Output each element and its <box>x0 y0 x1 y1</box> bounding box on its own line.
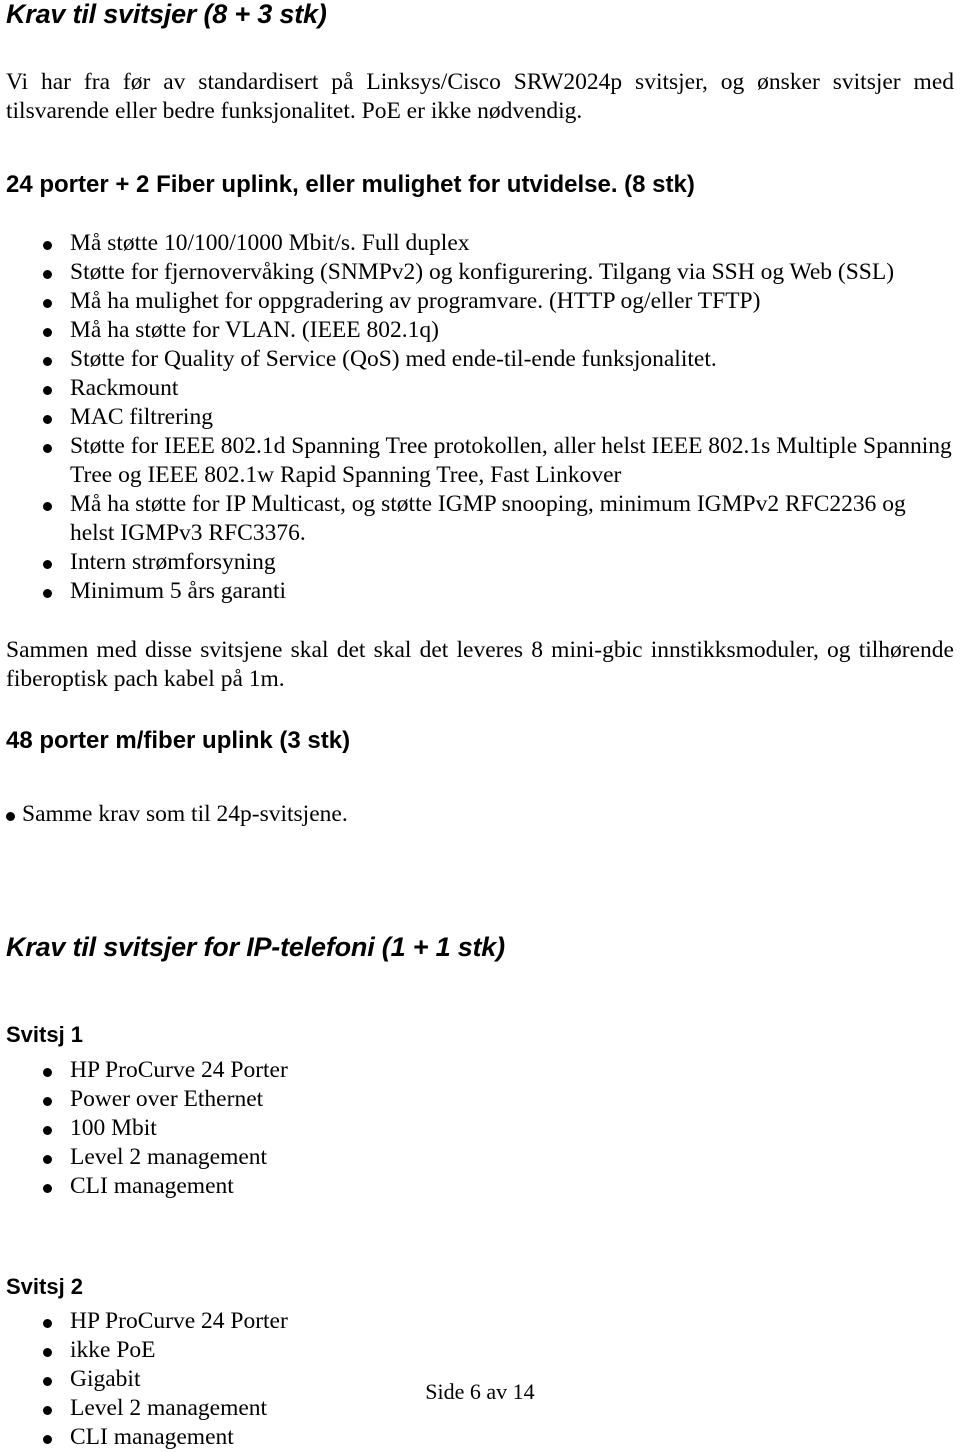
bullet-icon <box>6 800 17 829</box>
bullet-icon <box>43 577 54 606</box>
list-item-label: ikke PoE <box>70 1336 156 1363</box>
list-item-label: Støtte for IEEE 802.1d Spanning Tree pro… <box>70 432 952 488</box>
list-item-label: Intern strømforsyning <box>70 548 276 575</box>
list-item-label: 100 Mbit <box>70 1114 157 1141</box>
list-item-label: Minimum 5 års garanti <box>70 577 287 604</box>
bullet-icon <box>43 287 54 316</box>
bullet-icon <box>43 403 54 432</box>
bullet-icon <box>43 374 54 403</box>
list-item: Støtte for fjernovervåking (SNMPv2) og k… <box>6 258 954 287</box>
list-item-label: HP ProCurve 24 Porter <box>70 1307 288 1334</box>
list-item: Må støtte 10/100/1000 Mbit/s. Full duple… <box>6 229 954 258</box>
list-item: Rackmount <box>6 374 954 403</box>
bullet-icon <box>43 548 54 577</box>
list-item-label: Samme krav som til 24p-svitsjene. <box>22 801 348 828</box>
section-title-iptelefoni: Krav til svitsjer for IP-telefoni (1 + 1… <box>6 932 505 963</box>
list-item-label: Må støtte 10/100/1000 Mbit/s. Full duple… <box>70 229 470 256</box>
switch1-title: Svitsj 1 <box>6 1022 84 1048</box>
list-item: MAC filtrering <box>6 403 954 432</box>
switch1-items-list: HP ProCurve 24 Porter Power over Etherne… <box>6 1056 954 1201</box>
subheading-24-port: 24 porter + 2 Fiber uplink, eller muligh… <box>6 171 695 199</box>
list-item: Støtte for Quality of Service (QoS) med … <box>6 345 954 374</box>
list-item-label: Level 2 management <box>70 1143 268 1170</box>
bullet-icon <box>43 1336 54 1365</box>
subheading-48-port: 48 porter m/fiber uplink (3 stk) <box>6 726 351 754</box>
list-item: Må ha støtte for IP Multicast, og støtte… <box>6 490 954 548</box>
bullet-icon <box>43 345 54 374</box>
list-item-label: Må ha støtte for VLAN. (IEEE 802.1q) <box>70 316 439 343</box>
list-item: Må ha mulighet for oppgradering av progr… <box>6 287 954 316</box>
bullet-icon <box>43 1143 54 1172</box>
list-item: CLI management <box>6 1423 954 1452</box>
bullet-icon <box>43 1307 54 1336</box>
list-item-label: MAC filtrering <box>70 403 213 430</box>
bullet-icon <box>43 258 54 287</box>
list-item-label: Støtte for Quality of Service (QoS) med … <box>70 345 717 372</box>
list-item: Må ha støtte for VLAN. (IEEE 802.1q) <box>6 316 954 345</box>
list-item-label: Støtte for fjernovervåking (SNMPv2) og k… <box>70 258 895 285</box>
list-item-label: Må ha mulighet for oppgradering av progr… <box>70 287 761 314</box>
list-item-label: CLI management <box>70 1172 234 1199</box>
list-item-label: Må ha støtte for IP Multicast, og støtte… <box>70 490 906 546</box>
list-item: Level 2 management <box>6 1143 954 1172</box>
list-item-label: Power over Ethernet <box>70 1085 264 1112</box>
list-item: CLI management <box>6 1172 954 1201</box>
requirements-list: Må støtte 10/100/1000 Mbit/s. Full duple… <box>6 229 954 606</box>
list-item: Samme krav som til 24p-svitsjene. <box>6 800 954 829</box>
list-item: Støtte for IEEE 802.1d Spanning Tree pro… <box>6 432 954 490</box>
page-title: Krav til svitsjer (8 + 3 stk) <box>6 0 327 29</box>
closing-paragraph: Sammen med disse svitsjene skal det skal… <box>6 636 954 692</box>
list-item-label: CLI management <box>70 1423 234 1450</box>
bullet-icon <box>43 229 54 258</box>
list-item: HP ProCurve 24 Porter <box>6 1056 954 1085</box>
list-item-label: HP ProCurve 24 Porter <box>70 1056 288 1083</box>
list-item: ikke PoE <box>6 1336 954 1365</box>
document-page: Krav til svitsjer (8 + 3 stk) Vi har fra… <box>0 0 960 1450</box>
bullet-icon <box>43 1085 54 1114</box>
list-item: Minimum 5 års garanti <box>6 577 954 606</box>
bullet-icon <box>43 1114 54 1143</box>
bullet-icon <box>43 432 54 461</box>
list-item: Power over Ethernet <box>6 1085 954 1114</box>
switch2-title: Svitsj 2 <box>6 1273 84 1299</box>
list-item: 100 Mbit <box>6 1114 954 1143</box>
list-item: Intern strømforsyning <box>6 548 954 577</box>
bullet-icon <box>43 316 54 345</box>
port48-requirements-list: Samme krav som til 24p-svitsjene. <box>6 800 954 829</box>
page-footer: Side 6 av 14 <box>425 1379 535 1404</box>
list-item-label: Rackmount <box>70 374 179 401</box>
list-item: HP ProCurve 24 Porter <box>6 1307 954 1336</box>
bullet-icon <box>43 1056 54 1085</box>
bullet-icon <box>43 490 54 519</box>
bullet-icon <box>43 1423 54 1452</box>
bullet-icon <box>43 1172 54 1201</box>
intro-paragraph: Vi har fra før av standardisert på Links… <box>6 69 954 125</box>
